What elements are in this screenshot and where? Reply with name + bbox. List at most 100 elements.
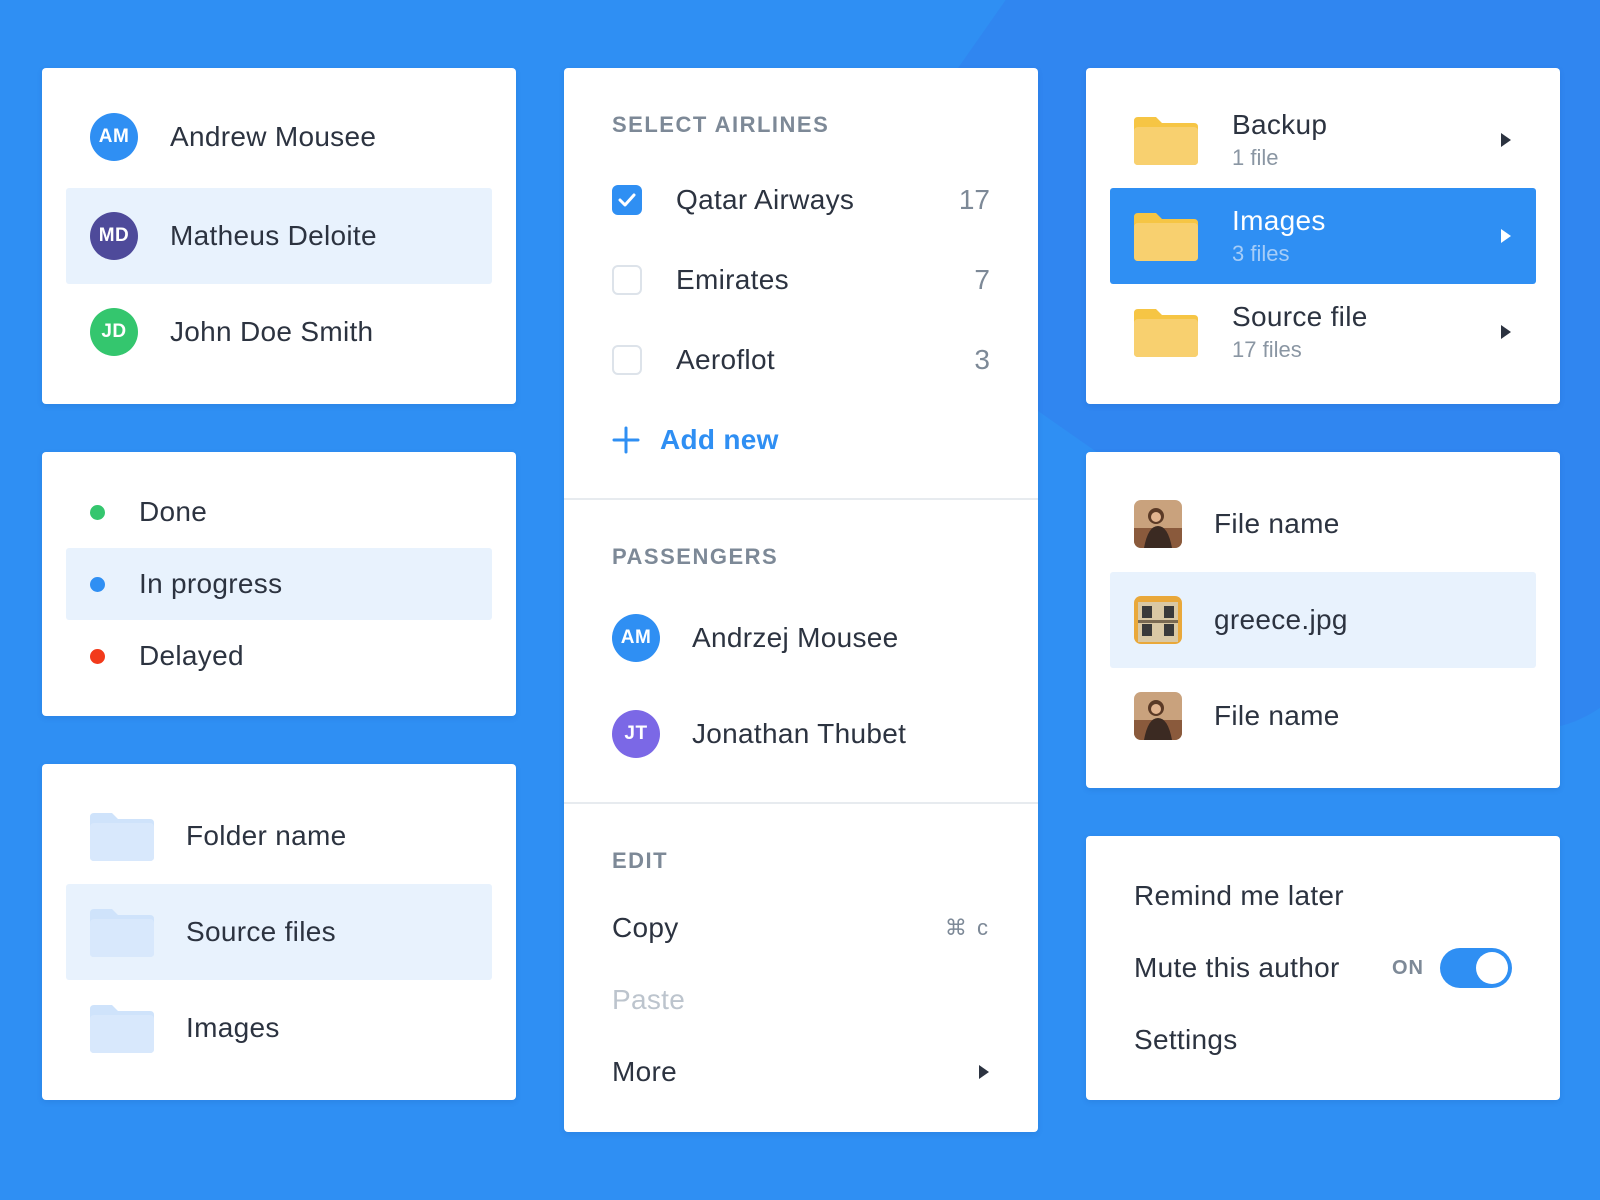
mute-toggle[interactable] — [1440, 948, 1512, 988]
toggle-knob — [1476, 952, 1508, 984]
airline-row-emirates[interactable]: Emirates 7 — [612, 240, 1038, 320]
status-dot-icon — [90, 576, 105, 592]
airline-row-qatar[interactable]: Qatar Airways 17 — [612, 160, 1038, 240]
folder-label: Folder name — [186, 820, 347, 851]
menu-item-label: Copy — [612, 912, 679, 943]
add-new-button[interactable]: Add new — [612, 400, 1038, 480]
airline-name: Qatar Airways — [676, 184, 855, 215]
folder-row-source-files[interactable]: Source files — [66, 884, 492, 980]
airline-count: 17 — [958, 184, 990, 215]
checkbox-unchecked[interactable] — [612, 265, 642, 295]
contact-name: Matheus Deloite — [170, 220, 377, 251]
menu-item-label: More — [612, 1056, 677, 1087]
menu-card: SELECT AIRLINES Qatar Airways 17 Emirate… — [564, 68, 1038, 1132]
passengers-section-title: PASSENGERS — [612, 544, 779, 569]
avatar: AM — [612, 614, 660, 662]
chevron-right-icon — [1501, 133, 1511, 147]
chevron-right-icon — [979, 1065, 989, 1079]
contact-name: Andrew Mousee — [170, 121, 377, 152]
directory-name: Images — [1232, 205, 1326, 236]
directory-row-images[interactable]: Images 3 files — [1110, 188, 1536, 284]
status-label: In progress — [139, 568, 283, 599]
status-row-in-progress[interactable]: In progress — [66, 548, 492, 620]
chevron-right-icon — [1501, 229, 1511, 243]
status-card: Done In progress Delayed — [42, 452, 516, 716]
menu-item-label: Remind me later — [1134, 880, 1344, 911]
directory-row-source-file[interactable]: Source file 17 files — [1110, 284, 1536, 380]
airline-name: Aeroflot — [676, 344, 775, 375]
directory-name: Backup — [1232, 109, 1328, 140]
menu-item-label-disabled: Paste — [612, 984, 686, 1015]
contact-row-andrew[interactable]: AM Andrew Mousee — [66, 89, 492, 185]
folder-row-folder-name[interactable]: Folder name — [66, 788, 492, 884]
folder-icon — [90, 813, 154, 861]
menu-item-copy[interactable]: Copy ⌘ c — [612, 892, 1038, 964]
folders-card: Folder name Source files Images — [42, 764, 516, 1100]
airline-name: Emirates — [676, 264, 789, 295]
folder-label: Images — [186, 1012, 280, 1043]
contact-row-matheus[interactable]: MD Matheus Deloite — [66, 188, 492, 284]
contact-name: John Doe Smith — [170, 316, 374, 347]
checkbox-checked[interactable] — [612, 185, 642, 215]
airline-count: 3 — [974, 344, 990, 375]
passenger-row-jonathan[interactable]: JT Jonathan Thubet — [612, 686, 1038, 782]
checkbox-unchecked[interactable] — [612, 345, 642, 375]
status-dot-icon — [90, 648, 105, 664]
edit-section-title: EDIT — [612, 848, 669, 873]
status-row-done[interactable]: Done — [66, 476, 492, 548]
airline-row-aeroflot[interactable]: Aeroflot 3 — [612, 320, 1038, 400]
file-row[interactable]: File name — [1110, 668, 1536, 764]
passenger-row-andrzej[interactable]: AM Andrzej Mousee — [612, 590, 1038, 686]
options-card: Remind me later Mute this author ON Sett… — [1086, 836, 1560, 1100]
avatar: JT — [612, 710, 660, 758]
passenger-name: Jonathan Thubet — [692, 718, 907, 749]
avatar: MD — [90, 212, 138, 260]
folder-icon — [1134, 117, 1198, 165]
folder-icon — [1134, 309, 1198, 357]
divider — [564, 498, 1038, 500]
airline-count: 7 — [974, 264, 990, 295]
menu-item-mute[interactable]: Mute this author ON — [1134, 932, 1512, 1004]
directory-row-backup[interactable]: Backup 1 file — [1110, 92, 1536, 188]
file-name: File name — [1214, 700, 1340, 731]
file-row[interactable]: greece.jpg — [1110, 572, 1536, 668]
folder-row-images[interactable]: Images — [66, 980, 492, 1076]
directories-card: Backup 1 file Images 3 files Source file… — [1086, 68, 1560, 404]
file-name: File name — [1214, 508, 1340, 539]
files-card: File name greece.jpg File name — [1086, 452, 1560, 788]
menu-item-settings[interactable]: Settings — [1134, 1004, 1512, 1076]
status-row-delayed[interactable]: Delayed — [66, 620, 492, 692]
folder-icon — [1134, 213, 1198, 261]
portrait-thumbnail — [1134, 500, 1182, 548]
portrait-thumbnail — [1134, 692, 1182, 740]
folder-icon — [90, 1005, 154, 1053]
avatar: JD — [90, 308, 138, 356]
contacts-card: AM Andrew Mousee MD Matheus Deloite JD J… — [42, 68, 516, 404]
directory-name: Source file — [1232, 301, 1368, 332]
contact-row-john[interactable]: JD John Doe Smith — [66, 284, 492, 380]
file-row[interactable]: File name — [1110, 476, 1536, 572]
chevron-right-icon — [1501, 325, 1511, 339]
directory-meta: 3 files — [1232, 241, 1290, 266]
toggle-state-label: ON — [1392, 956, 1424, 979]
folder-label: Source files — [186, 916, 336, 947]
passenger-name: Andrzej Mousee — [692, 622, 899, 653]
status-dot-icon — [90, 504, 105, 520]
avatar: AM — [90, 113, 138, 161]
status-label: Delayed — [139, 640, 244, 671]
directory-meta: 1 file — [1232, 145, 1279, 170]
folder-icon — [90, 909, 154, 957]
directory-meta: 17 files — [1232, 337, 1302, 362]
menu-item-label: Settings — [1134, 1024, 1238, 1055]
copy-shortcut: ⌘ c — [944, 915, 990, 940]
building-thumbnail — [1134, 596, 1182, 644]
divider — [564, 802, 1038, 804]
add-new-label: Add new — [660, 424, 779, 455]
menu-item-label: Mute this author — [1134, 952, 1340, 983]
menu-item-more[interactable]: More — [612, 1036, 1038, 1108]
menu-item-remind[interactable]: Remind me later — [1134, 860, 1512, 932]
plus-icon — [612, 426, 640, 454]
file-name: greece.jpg — [1214, 604, 1348, 635]
airlines-section-title: SELECT AIRLINES — [612, 112, 830, 137]
menu-item-paste[interactable]: Paste — [612, 964, 1038, 1036]
